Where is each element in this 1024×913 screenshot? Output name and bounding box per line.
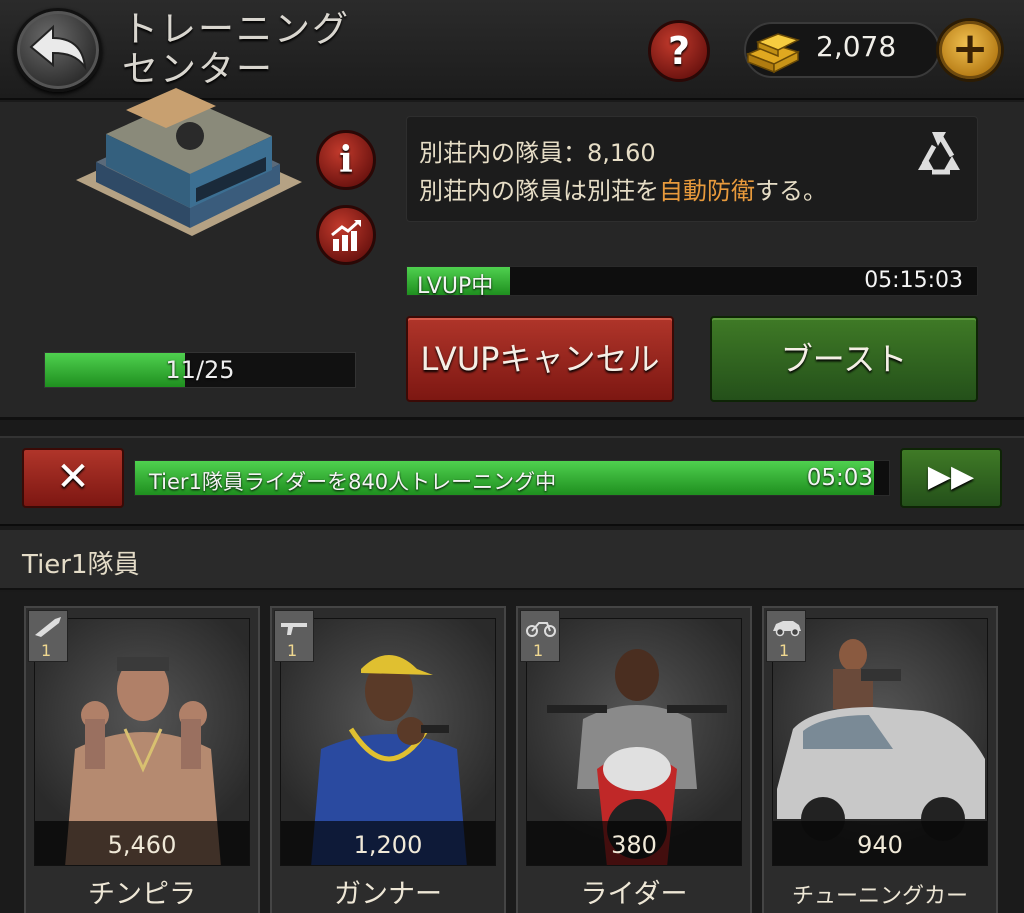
troops-in-villa-text: 別荘内の隊員：8,160 xyxy=(419,139,656,167)
motorcycle-icon xyxy=(526,622,556,637)
tier-section-title: Tier1隊員 xyxy=(22,550,140,580)
building-level-bar: 11/25 xyxy=(44,352,356,388)
car-icon xyxy=(773,621,801,637)
gold-amount: 2,078 xyxy=(816,30,897,63)
unit-card-tuning-car[interactable]: 940 1 チューニングカー xyxy=(762,606,998,913)
info-box: 別荘内の隊員：8,160 別荘内の隊員は別荘を自動防衛する。 xyxy=(406,116,978,222)
unit-name: チンピラ xyxy=(88,879,196,910)
info-button[interactable]: i xyxy=(316,130,376,190)
upgrade-progress-bar: LVUP中 05:15:03 xyxy=(406,266,978,299)
gold-bars-icon xyxy=(745,33,801,74)
unit-name: チューニングカー xyxy=(791,884,968,909)
speed-up-training-button[interactable]: ▶▶ xyxy=(900,448,1002,508)
page-title-line1: トレーニング xyxy=(122,9,351,50)
training-center-building-image xyxy=(76,88,302,236)
auto-defense-text-pre: 別荘内の隊員は別荘を xyxy=(419,177,659,205)
unit-name: ライダー xyxy=(580,879,688,910)
cancel-upgrade-button[interactable]: LVUPキャンセル xyxy=(406,316,674,402)
unit-type-badge: 1 xyxy=(766,610,806,662)
knife-icon xyxy=(35,617,61,637)
upgrade-status-label: LVUP中 xyxy=(417,274,494,299)
unit-count: 380 xyxy=(611,831,657,859)
unit-card-thug[interactable]: 5,460 1 チンピラ xyxy=(24,606,260,913)
unit-tier-number: 1 xyxy=(533,641,544,660)
unit-card-gunner[interactable]: 1,200 1 ガンナー xyxy=(270,606,506,913)
unit-count: 5,460 xyxy=(107,831,177,859)
unit-name: ガンナー xyxy=(334,879,442,910)
training-time-remaining: 05:03 xyxy=(806,465,873,491)
help-button[interactable]: ? xyxy=(648,20,710,82)
unit-count: 940 xyxy=(857,831,903,859)
add-gold-button[interactable]: + xyxy=(936,18,1004,82)
unit-card-rider[interactable]: 380 1 ライダー xyxy=(516,606,752,913)
auto-defense-highlight: 自動防衛 xyxy=(659,177,755,205)
auto-defense-text-post: する。 xyxy=(755,177,827,205)
auto-defense-text: 別荘内の隊員は別荘を自動防衛する。 xyxy=(419,171,827,206)
recycle-icon[interactable] xyxy=(910,124,968,182)
upgrade-time-remaining: 05:15:03 xyxy=(864,268,963,293)
stats-button[interactable] xyxy=(316,205,376,265)
training-status-label: Tier1隊員ライダーを840人トレーニング中 xyxy=(149,470,557,494)
unit-type-badge: 1 xyxy=(520,610,560,662)
unit-tier-number: 1 xyxy=(287,641,298,660)
back-arrow-icon xyxy=(29,24,87,71)
unit-type-badge: 1 xyxy=(28,610,68,662)
training-progress-bar: Tier1隊員ライダーを840人トレーニング中 05:03 xyxy=(134,460,890,496)
building-level-text: 11/25 xyxy=(165,356,235,384)
unit-count: 1,200 xyxy=(353,831,423,859)
cancel-training-button[interactable]: ✕ xyxy=(22,448,124,508)
gun-icon xyxy=(281,623,307,635)
unit-tier-number: 1 xyxy=(41,641,52,660)
tier-section-header: Tier1隊員 xyxy=(0,530,1024,590)
unit-tier-number: 1 xyxy=(779,641,790,660)
unit-type-badge: 1 xyxy=(274,610,314,662)
chart-up-icon xyxy=(331,220,361,251)
boost-button[interactable]: ブースト xyxy=(710,316,978,402)
